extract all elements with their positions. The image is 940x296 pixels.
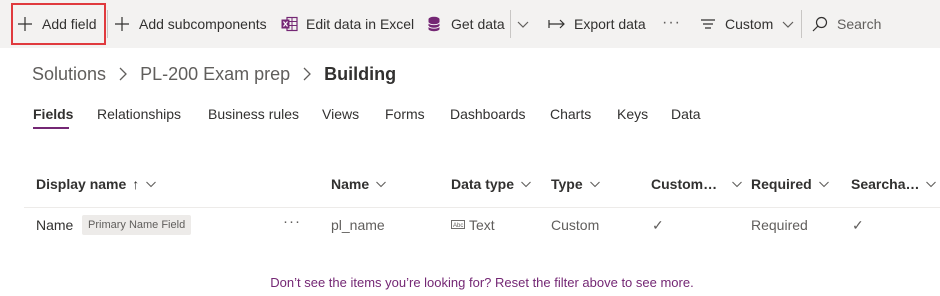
cell-name: pl_name bbox=[331, 217, 385, 233]
tab-fields[interactable]: Fields bbox=[33, 106, 73, 122]
more-commands-button[interactable]: ··· bbox=[662, 14, 681, 32]
edit-data-in-excel-button[interactable]: Edit data in Excel bbox=[280, 0, 414, 48]
svg-text:Abc: Abc bbox=[453, 223, 463, 229]
cell-type: Custom bbox=[551, 217, 600, 233]
tab-keys[interactable]: Keys bbox=[617, 106, 648, 122]
add-subcomponents-label: Add subcomponents bbox=[139, 16, 267, 32]
tab-relationships[interactable]: Relationships bbox=[97, 106, 181, 122]
toolbar-divider bbox=[510, 10, 511, 38]
tab-charts[interactable]: Charts bbox=[550, 106, 591, 122]
column-label: Required bbox=[751, 176, 812, 192]
tab-business-rules[interactable]: Business rules bbox=[208, 106, 299, 122]
column-label: Type bbox=[551, 176, 583, 192]
chevron-down-icon bbox=[520, 178, 532, 190]
toolbar-divider bbox=[801, 10, 802, 38]
get-data-dropdown-button[interactable] bbox=[516, 0, 530, 48]
export-data-label: Export data bbox=[574, 16, 646, 32]
column-header-required[interactable]: Required bbox=[751, 176, 830, 192]
cell-data-type: Abc Text bbox=[451, 216, 495, 234]
chevron-down-icon bbox=[516, 17, 530, 31]
add-subcomponents-button[interactable]: Add subcomponents bbox=[113, 0, 267, 48]
column-header-customizable[interactable]: Custom… bbox=[651, 176, 743, 192]
column-header-data-type[interactable]: Data type bbox=[451, 176, 532, 192]
chevron-right-icon bbox=[302, 66, 312, 82]
chevron-down-icon bbox=[589, 178, 601, 190]
get-data-button[interactable]: Get data bbox=[425, 0, 505, 48]
excel-icon bbox=[280, 15, 298, 33]
chevron-right-icon bbox=[118, 66, 128, 82]
list-lines-icon bbox=[699, 15, 717, 33]
table-header-divider bbox=[24, 207, 940, 208]
column-header-display-name[interactable]: Display name ↑ bbox=[36, 176, 157, 192]
breadcrumb-solutions[interactable]: Solutions bbox=[32, 64, 106, 85]
breadcrumb-current: Building bbox=[324, 63, 397, 84]
column-label: Name bbox=[331, 176, 370, 192]
view-selector[interactable]: Custom bbox=[699, 0, 795, 48]
export-arrow-icon bbox=[548, 15, 566, 33]
command-bar: Add field Add subcomponents Edit data in… bbox=[0, 0, 940, 48]
tab-data[interactable]: Data bbox=[671, 106, 701, 122]
reset-filter-message[interactable]: Don’t see the items you’re looking for? … bbox=[0, 275, 940, 290]
export-data-button[interactable]: Export data bbox=[548, 0, 646, 48]
cell-display-name[interactable]: Name bbox=[36, 216, 73, 234]
column-header-searchable[interactable]: Searcha… bbox=[851, 176, 937, 192]
tab-dashboards[interactable]: Dashboards bbox=[450, 106, 526, 122]
cell-required: Required bbox=[751, 217, 808, 233]
tab-views[interactable]: Views bbox=[322, 106, 359, 122]
check-icon: ✓ bbox=[852, 216, 864, 233]
chevron-down-icon bbox=[925, 178, 937, 190]
active-tab-indicator bbox=[33, 127, 69, 129]
text-field-icon: Abc bbox=[451, 219, 466, 231]
chevron-down-icon bbox=[731, 178, 743, 190]
chevron-down-icon bbox=[145, 178, 157, 190]
sort-ascending-icon: ↑ bbox=[132, 176, 140, 192]
check-icon: ✓ bbox=[652, 216, 664, 233]
chevron-down-icon bbox=[818, 178, 830, 190]
breadcrumb-solution[interactable]: PL-200 Exam prep bbox=[140, 64, 290, 85]
search-box[interactable]: Search bbox=[811, 0, 881, 48]
row-more-actions-button[interactable]: ··· bbox=[283, 213, 301, 230]
plus-icon bbox=[113, 15, 131, 33]
column-header-name[interactable]: Name bbox=[331, 176, 387, 192]
edit-data-in-excel-label: Edit data in Excel bbox=[306, 16, 415, 32]
column-label: Data type bbox=[451, 176, 515, 192]
data-type-label: Text bbox=[469, 217, 495, 233]
search-icon bbox=[811, 15, 829, 33]
column-label: Custom… bbox=[651, 176, 718, 192]
add-field-highlight bbox=[11, 3, 106, 45]
get-data-label: Get data bbox=[451, 16, 505, 32]
column-label: Searcha… bbox=[851, 176, 920, 192]
chevron-down-icon bbox=[375, 178, 387, 190]
tab-forms[interactable]: Forms bbox=[385, 106, 425, 122]
primary-name-field-badge: Primary Name Field bbox=[82, 215, 192, 235]
database-icon bbox=[425, 15, 443, 33]
column-label: Display name bbox=[36, 176, 127, 192]
toolbar-divider bbox=[107, 10, 108, 38]
search-placeholder: Search bbox=[837, 16, 882, 32]
column-header-type[interactable]: Type bbox=[551, 176, 601, 192]
chevron-down-icon bbox=[781, 17, 795, 31]
view-selector-label: Custom bbox=[725, 16, 774, 32]
breadcrumb: Solutions PL-200 Exam prep Building bbox=[32, 61, 396, 87]
